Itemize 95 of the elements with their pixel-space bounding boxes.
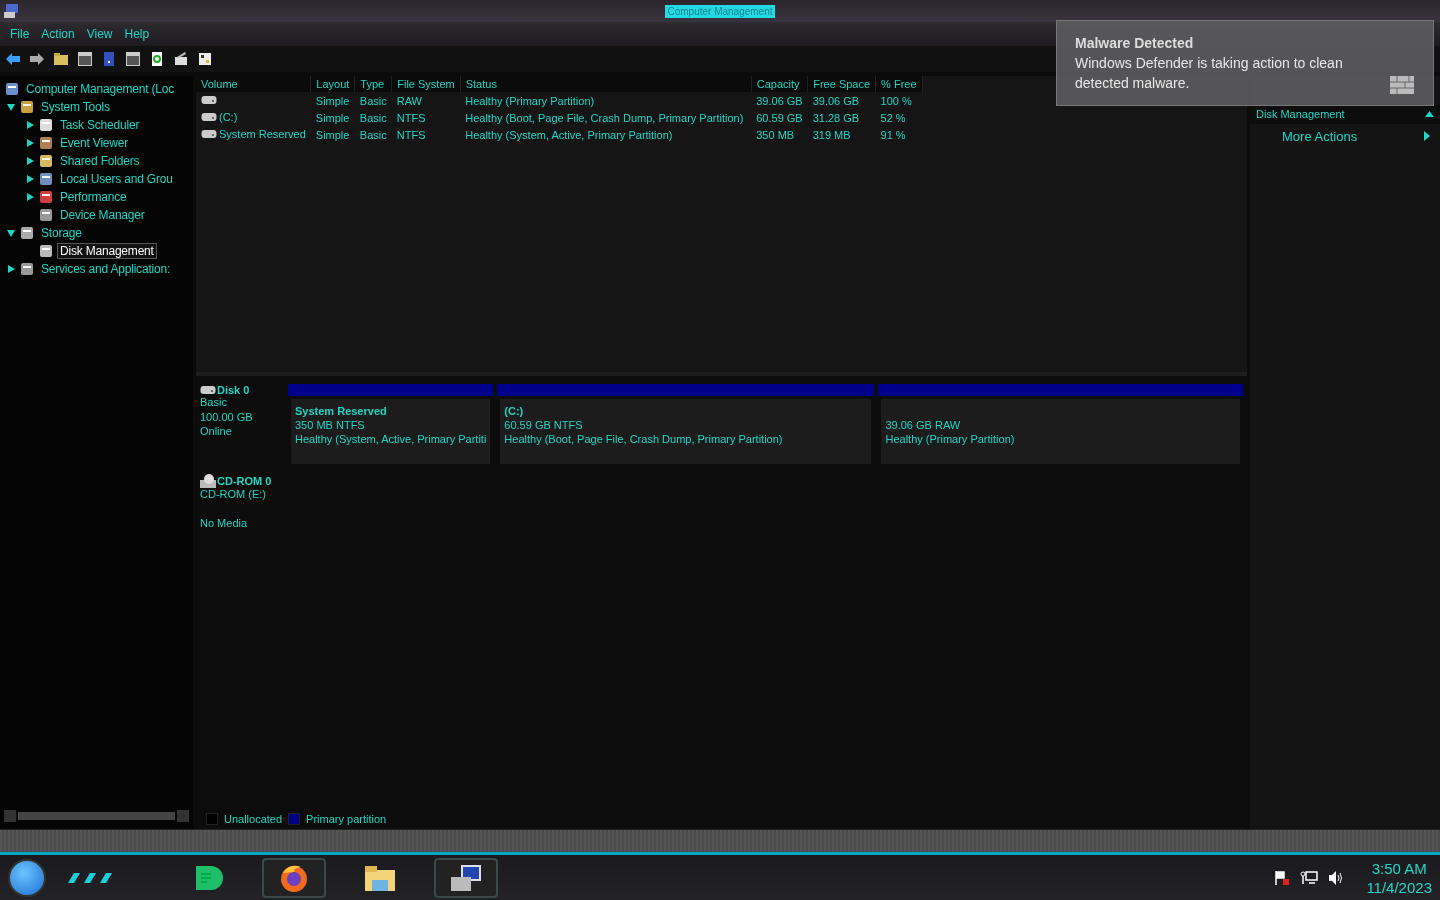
- partition-block[interactable]: (C:) 60.59 GB NTFS Healthy (Boot, Page File, Crash Dump, Primary Partition): [500, 399, 872, 464]
- volume-icon[interactable]: [1328, 869, 1345, 886]
- tree-item[interactable]: Task Scheduler: [57, 117, 143, 133]
- disk-detail: No Media: [200, 517, 249, 531]
- column-header[interactable]: % Free: [875, 76, 923, 92]
- notification[interactable]: Malware Detected Windows Defender is taking action to clean detected malware.: [1056, 20, 1434, 106]
- actions-section[interactable]: Disk Management: [1250, 104, 1440, 124]
- column-header[interactable]: Status: [460, 76, 752, 92]
- tree-item[interactable]: System Tools: [38, 99, 113, 115]
- notification-title: Malware Detected: [1075, 35, 1195, 51]
- tree-item[interactable]: Disk Management: [57, 243, 157, 259]
- collapse-icon[interactable]: [6, 102, 16, 112]
- panel-icon[interactable]: [76, 50, 94, 68]
- table-cell: Basic: [359, 111, 387, 124]
- table-cell: Simple: [315, 128, 350, 141]
- table-cell: Healthy (Boot, Page File, Crash Dump, Primary Partition): [465, 111, 744, 124]
- column-header[interactable]: Free Space: [807, 76, 876, 92]
- tree-item[interactable]: Computer Management (Loc: [23, 81, 177, 97]
- window-title: Computer Management: [665, 4, 775, 18]
- column-header[interactable]: Type: [354, 76, 392, 92]
- table-cell: 319 MB: [812, 128, 851, 141]
- table-cell: Simple: [315, 94, 350, 107]
- column-header[interactable]: Volume: [196, 76, 311, 92]
- tree-item[interactable]: Storage: [38, 225, 85, 241]
- table-cell: 52 %: [880, 111, 906, 124]
- disk-name: Disk 0: [200, 384, 284, 396]
- chat-icon: [193, 863, 223, 892]
- table-cell: (C:): [219, 111, 238, 123]
- drive-icon: [201, 129, 217, 139]
- tree-item[interactable]: Local Users and Grou: [57, 171, 176, 187]
- submenu-arrow-icon: [1424, 131, 1430, 141]
- menu-item[interactable]: View: [80, 27, 119, 41]
- table-cell: Healthy (Primary Partition): [465, 94, 595, 107]
- expand-icon[interactable]: [25, 138, 35, 148]
- app-icon: [3, 3, 19, 19]
- tree-item[interactable]: Shared Folders: [57, 153, 143, 169]
- clock[interactable]: 3:50 AM 11/4/2023: [1366, 858, 1432, 897]
- menu-item[interactable]: File: [4, 27, 36, 41]
- panel-icon[interactable]: [124, 50, 142, 68]
- taskbar-app[interactable]: [434, 857, 498, 898]
- cd-drive-icon: [200, 474, 216, 488]
- tree-item[interactable]: Event Viewer: [57, 135, 132, 151]
- disk-detail: Online: [200, 425, 233, 439]
- disk-detail: CD-ROM (E:): [200, 488, 267, 502]
- table-cell: 39.06 GB: [812, 94, 860, 107]
- notification-message: Windows Defender is taking action to clean detected malware.: [1075, 54, 1344, 93]
- wall-icon: [1389, 73, 1415, 95]
- legend-label: Primary partition: [306, 813, 387, 825]
- tree-item[interactable]: Device Manager: [57, 207, 148, 223]
- table-cell: 60.59 GB: [756, 111, 803, 124]
- table-cell: Healthy (System, Active, Primary Partition): [465, 128, 673, 141]
- table-cell: RAW: [396, 94, 422, 107]
- expand-icon[interactable]: [25, 120, 35, 130]
- partition-block[interactable]: System Reserved 350 MB NTFS Healthy (System, Active, Primary Partiti: [291, 399, 491, 464]
- properties-icon[interactable]: [172, 50, 190, 68]
- action-item[interactable]: More Actions: [1250, 124, 1440, 148]
- flag-icon[interactable]: [1274, 869, 1291, 886]
- disk-name: CD-ROM 0: [200, 474, 284, 488]
- disk-detail: 100.00 GB: [200, 410, 254, 425]
- table-cell: NTFS: [396, 111, 426, 124]
- collapse-icon: [1425, 111, 1434, 117]
- column-header[interactable]: Layout: [310, 76, 355, 92]
- network-icon[interactable]: [1300, 869, 1319, 886]
- start-button[interactable]: [8, 858, 46, 897]
- scrollbar-thumb[interactable]: [18, 812, 175, 820]
- table-cell: 39.06 GB: [756, 94, 803, 107]
- drive-icon: [201, 94, 217, 105]
- expand-icon[interactable]: [25, 174, 35, 184]
- taskbar-app[interactable]: [262, 857, 326, 898]
- collapse-icon[interactable]: [6, 228, 16, 238]
- grid-icon[interactable]: [196, 50, 214, 68]
- expand-icon[interactable]: [25, 156, 35, 166]
- table-cell: 31.28 GB: [812, 111, 860, 124]
- drive-icon: [200, 385, 216, 395]
- column-header[interactable]: File System: [391, 76, 461, 92]
- forward-icon[interactable]: [28, 50, 46, 68]
- column-header[interactable]: Capacity: [751, 76, 808, 92]
- menu-item[interactable]: Help: [118, 27, 156, 41]
- drive-icon: [201, 112, 217, 122]
- menu-item[interactable]: Action: [35, 27, 81, 41]
- table-cell: 100 %: [880, 94, 912, 107]
- table-cell: Basic: [359, 94, 387, 107]
- legend-label: Unallocated: [224, 813, 283, 825]
- partition-block[interactable]: 39.06 GB RAW Healthy (Primary Partition): [881, 399, 1240, 464]
- disk-detail: Basic: [200, 396, 228, 410]
- expand-icon[interactable]: [6, 264, 16, 274]
- tree-item[interactable]: Services and Application:: [38, 261, 174, 277]
- table-cell: 91 %: [880, 128, 906, 141]
- tree-item[interactable]: Performance: [57, 189, 130, 205]
- expand-icon[interactable]: [25, 192, 35, 202]
- table-cell: System Reserved: [219, 128, 306, 140]
- table-cell: 350 MB: [756, 128, 795, 141]
- table-cell: NTFS: [396, 128, 426, 141]
- table-cell: Simple: [315, 111, 350, 124]
- table-cell: Basic: [359, 128, 387, 141]
